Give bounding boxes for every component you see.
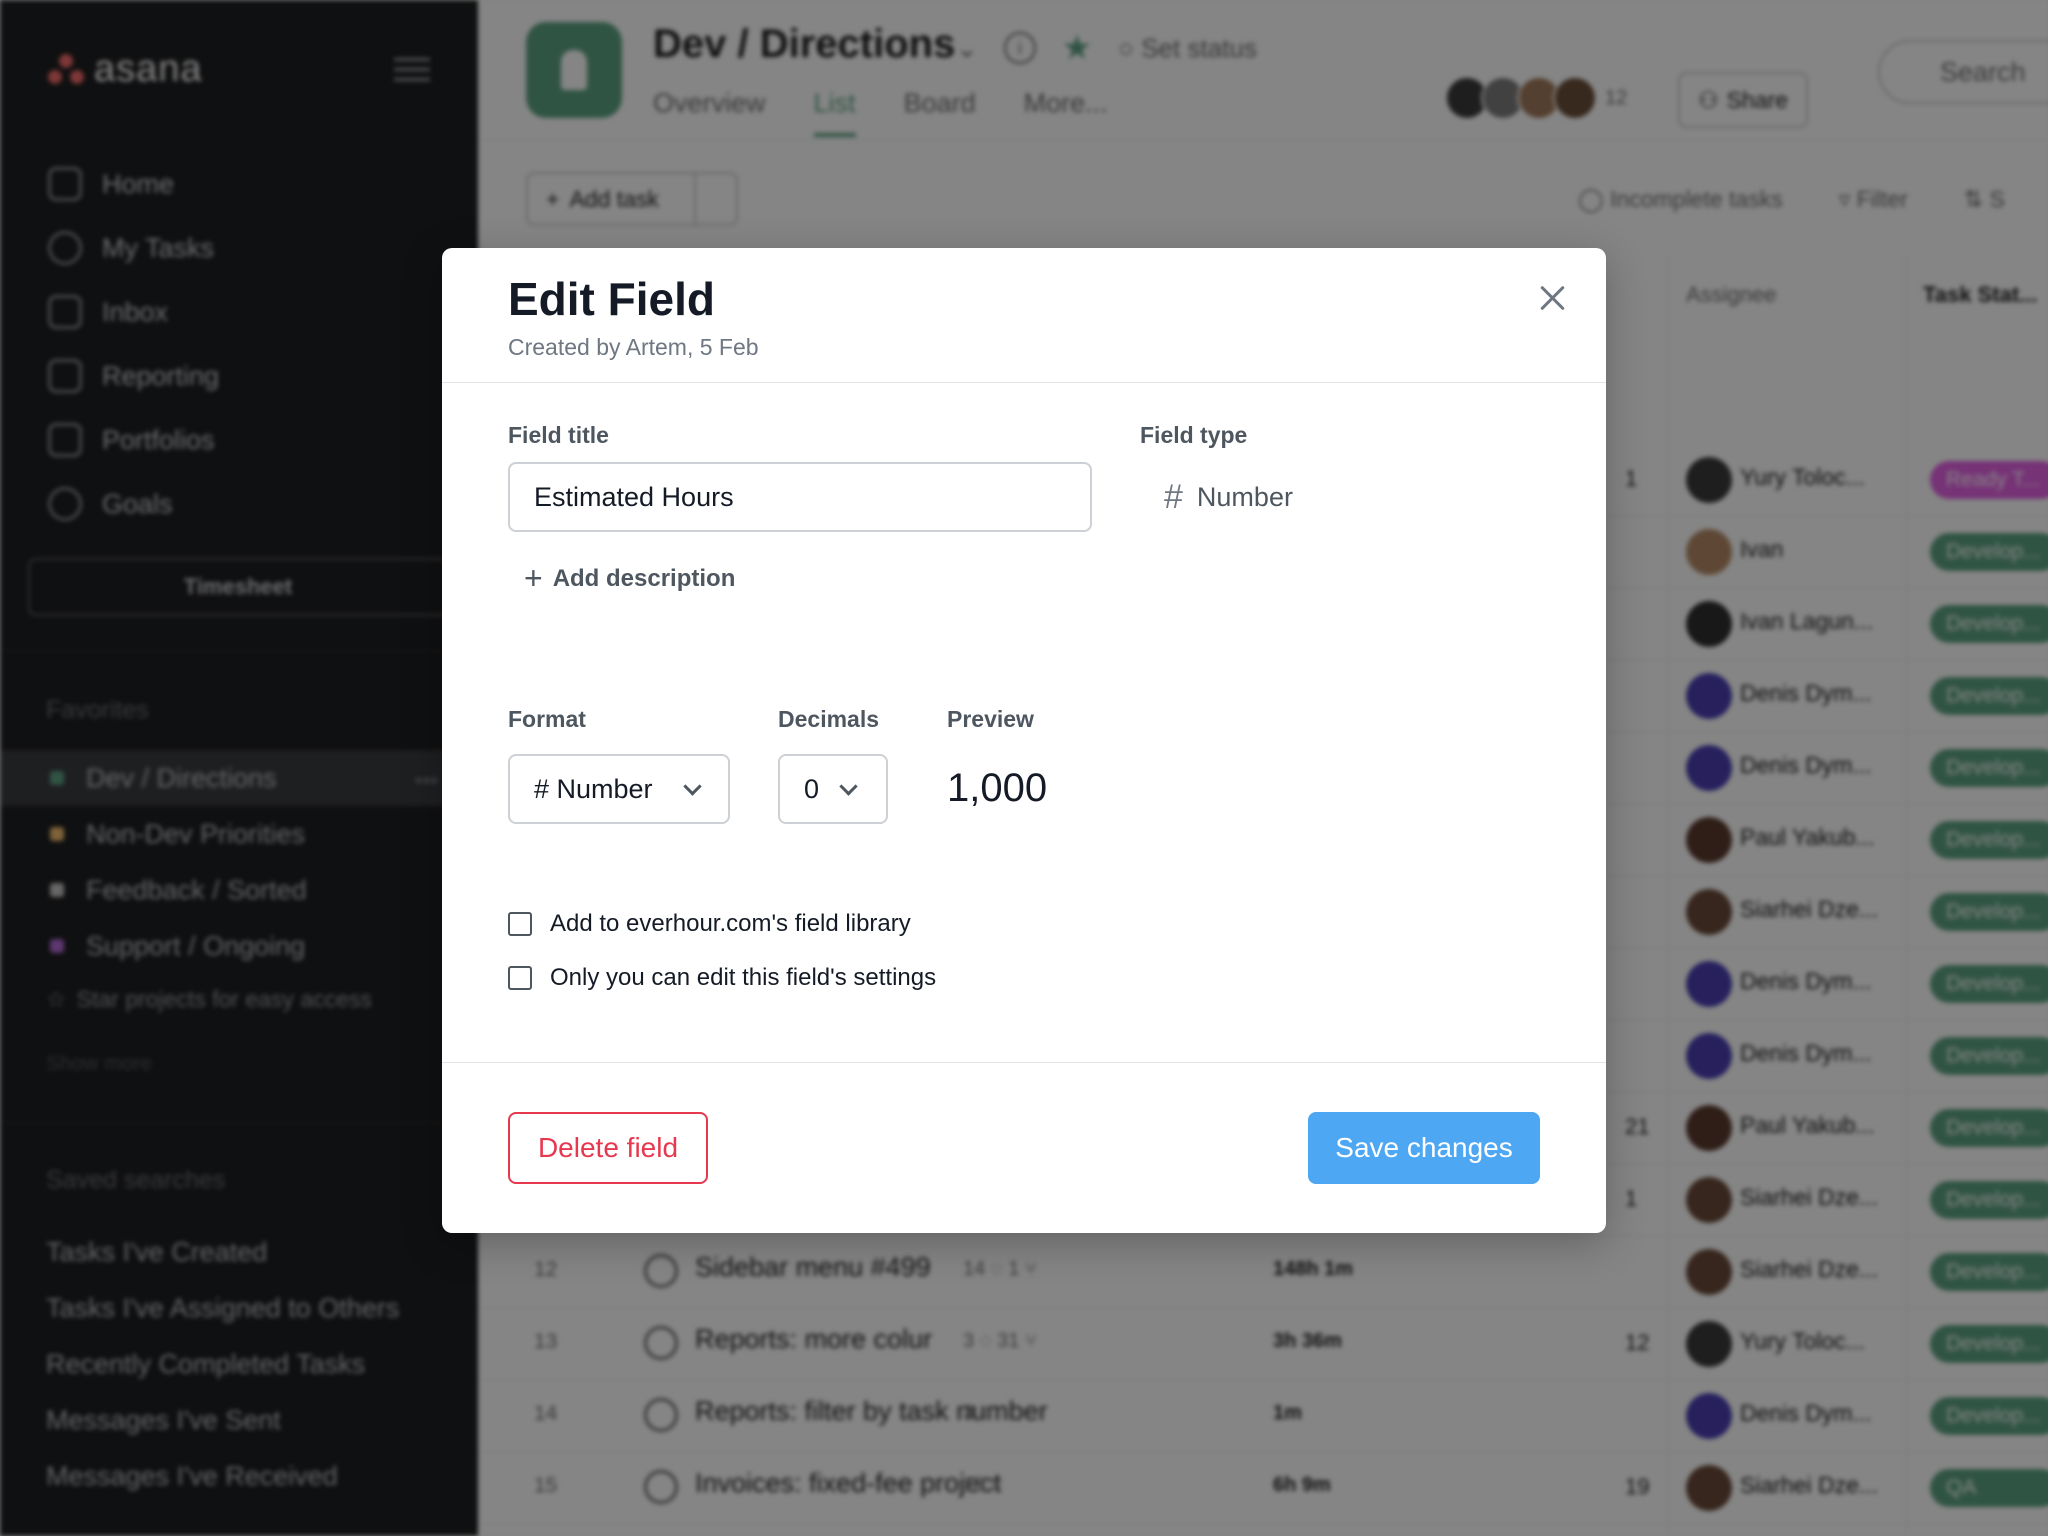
field-title-input[interactable]	[508, 462, 1092, 532]
field-library-checkbox[interactable]	[508, 912, 532, 936]
save-changes-button[interactable]: Save changes	[1308, 1112, 1540, 1184]
dialog-title: Edit Field	[508, 273, 715, 325]
format-label: Format	[508, 706, 586, 732]
edit-field-dialog: Edit Field Created by Artem, 5 Feb Field…	[442, 248, 1606, 1233]
format-select[interactable]: # Number	[508, 754, 730, 824]
close-icon[interactable]	[1532, 278, 1572, 318]
dialog-subtitle: Created by Artem, 5 Feb	[508, 334, 759, 360]
preview-label: Preview	[947, 706, 1034, 732]
field-library-checkbox-row[interactable]: Add to everhour.com's field library	[508, 910, 911, 938]
header-divider	[442, 382, 1606, 383]
only-you-edit-label: Only you can edit this field's settings	[550, 964, 937, 991]
field-type-text: Number	[1196, 482, 1293, 512]
footer-divider	[442, 1062, 1606, 1063]
only-you-edit-checkbox[interactable]	[508, 966, 532, 990]
add-description-label: Add description	[552, 564, 736, 592]
chevron-down-icon	[839, 777, 858, 796]
chevron-down-icon	[683, 777, 702, 796]
field-type-label: Field type	[1140, 422, 1248, 448]
decimals-label: Decimals	[778, 706, 880, 732]
decimals-select[interactable]: 0	[778, 754, 888, 824]
add-description-button[interactable]: + Add description	[524, 560, 735, 597]
hash-icon: #	[1164, 478, 1183, 516]
field-type-value: # Number	[1164, 478, 1293, 517]
delete-field-button[interactable]: Delete field	[508, 1112, 708, 1184]
only-you-edit-checkbox-row[interactable]: Only you can edit this field's settings	[508, 964, 936, 992]
decimals-value: 0	[804, 773, 820, 804]
preview-value: 1,000	[947, 766, 1048, 810]
format-value: # Number	[534, 773, 653, 804]
field-library-label: Add to everhour.com's field library	[550, 910, 911, 937]
plus-icon: +	[524, 560, 543, 596]
field-title-label: Field title	[508, 422, 609, 448]
